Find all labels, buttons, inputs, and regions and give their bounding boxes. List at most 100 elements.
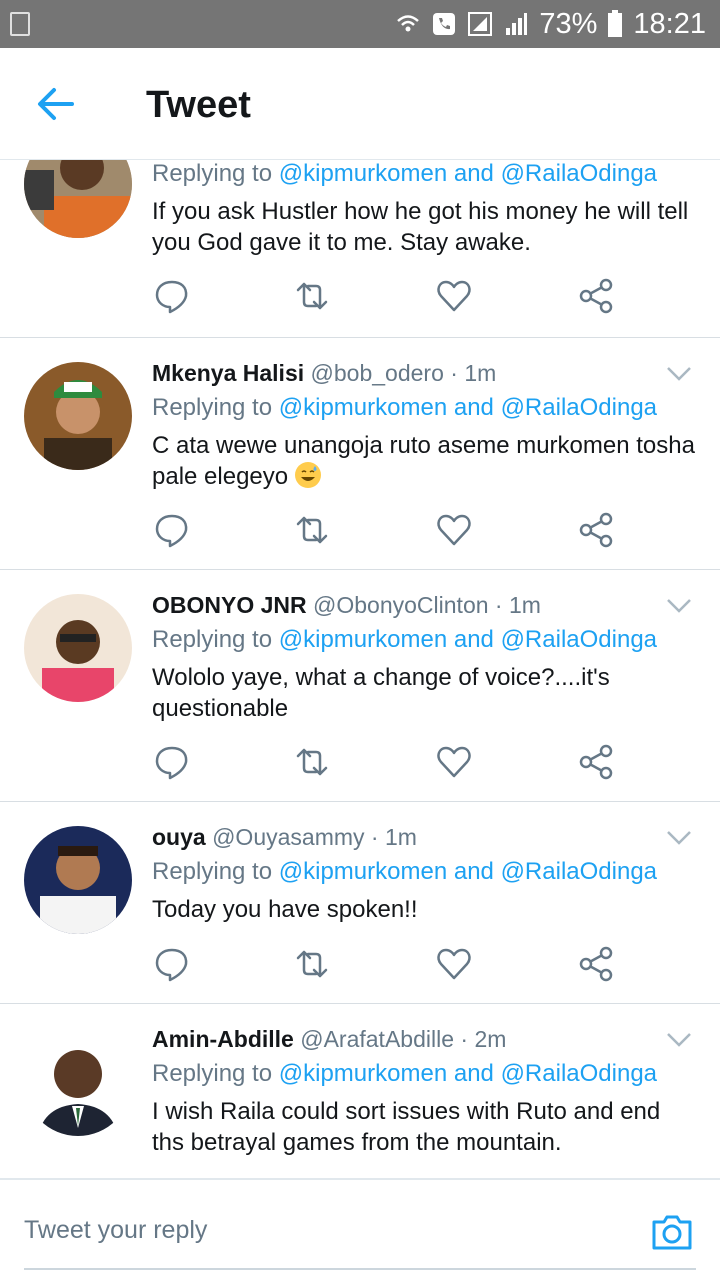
tweet-text: Today you have spoken!! [152, 894, 702, 925]
cellular-signal-icon [506, 13, 528, 35]
like-heart-icon[interactable] [434, 742, 474, 782]
reply-icon[interactable] [152, 742, 192, 782]
reply-context: Replying to @kipmurkomen and @RailaOding… [152, 160, 657, 188]
battery-percent: 73% [539, 7, 598, 40]
chevron-down-icon[interactable] [666, 366, 692, 382]
share-icon[interactable] [576, 276, 616, 316]
mention-link[interactable]: @kipmurkomen [279, 626, 447, 653]
tweet-text-line: Wololo yaye, what a change of voice?....… [152, 664, 610, 691]
display-name[interactable]: ouya [152, 824, 206, 850]
status-bar-right: 73% 18:21 [395, 0, 706, 48]
reply-and[interactable]: and [454, 626, 494, 653]
avatar[interactable] [24, 594, 132, 702]
tweet-text-line: Today you have spoken!! [152, 896, 418, 923]
tweet-item[interactable]: Mkenya Halisi @bob_odero · 1m Replying t… [0, 338, 720, 570]
mention-link[interactable]: @RailaOdinga [501, 160, 657, 187]
tweet-item[interactable]: OBONYO JNR @ObonyoClinton · 1m Replying … [0, 570, 720, 802]
app-bar: Tweet [0, 48, 720, 160]
tweet-actions [152, 276, 622, 316]
user-handle[interactable]: @ObonyoClinton [313, 592, 489, 618]
reply-icon[interactable] [152, 510, 192, 550]
status-bar: 73% 18:21 [0, 0, 720, 48]
tweet-item[interactable]: Amin-Abdille @ArafatAbdille · 2m Replyin… [0, 1004, 720, 1178]
reply-and[interactable]: and [454, 160, 494, 187]
user-handle[interactable]: @Ouyasammy [212, 824, 364, 850]
reply-prefix: Replying to [152, 394, 273, 421]
tweet-header: Amin-Abdille @ArafatAbdille · 2m [152, 1026, 506, 1053]
avatar[interactable] [24, 826, 132, 934]
mention-link[interactable]: @kipmurkomen [279, 160, 447, 187]
reply-and[interactable]: and [454, 858, 494, 885]
tweet-text-fragment: pale elegeyo [152, 463, 289, 490]
tweet-text: Wololo yaye, what a change of voice?....… [152, 662, 702, 724]
tweet-item[interactable]: ouya @Ouyasammy · 1m Replying to @kipmur… [0, 802, 720, 1004]
phone-icon [433, 13, 456, 35]
tweet-timestamp: · 1m [494, 592, 541, 618]
reply-prefix: Replying to [152, 160, 273, 187]
like-heart-icon[interactable] [434, 276, 474, 316]
tweet-text: If you ask Hustler how he got his money … [152, 196, 702, 258]
share-icon[interactable] [576, 742, 616, 782]
mention-link[interactable]: @RailaOdinga [501, 858, 657, 885]
recycle-notification-icon [10, 12, 30, 36]
reply-composer[interactable]: Tweet your reply [0, 1178, 720, 1280]
chevron-down-icon[interactable] [666, 830, 692, 846]
avatar[interactable] [24, 1028, 132, 1136]
tweet-timestamp: · 1m [370, 824, 417, 850]
reply-icon[interactable] [152, 944, 192, 984]
avatar[interactable] [24, 362, 132, 470]
mention-link[interactable]: @RailaOdinga [501, 626, 657, 653]
tweet-text-line: you God gave it to me. Stay awake. [152, 229, 531, 256]
user-handle[interactable]: @ArafatAbdille [300, 1026, 454, 1052]
retweet-icon[interactable] [292, 276, 332, 316]
wifi-calling-icon [397, 15, 420, 32]
reply-context: Replying to @kipmurkomen and @RailaOding… [152, 394, 657, 422]
mention-link[interactable]: @kipmurkomen [279, 394, 447, 421]
chevron-down-icon[interactable] [666, 598, 692, 614]
tweet-text-line: ths betrayal games from the mountain. [152, 1129, 562, 1156]
replies-feed[interactable]: Replying to @kipmurkomen and @RailaOding… [0, 160, 720, 1178]
reply-and[interactable]: and [454, 394, 494, 421]
camera-icon[interactable] [650, 1210, 694, 1254]
tweet-text-line: pale elegeyo [152, 461, 702, 492]
chevron-down-icon[interactable] [666, 1032, 692, 1048]
share-icon[interactable] [576, 510, 616, 550]
tweet-actions [152, 944, 622, 984]
back-arrow-icon[interactable] [34, 84, 78, 124]
reply-and[interactable]: and [454, 1060, 494, 1087]
tweet-text: I wish Raila could sort issues with Ruto… [152, 1096, 702, 1158]
display-name[interactable]: Mkenya Halisi [152, 360, 304, 386]
share-icon[interactable] [576, 944, 616, 984]
mention-link[interactable]: @kipmurkomen [279, 1060, 447, 1087]
retweet-icon[interactable] [292, 944, 332, 984]
reply-icon[interactable] [152, 276, 192, 316]
reply-context: Replying to @kipmurkomen and @RailaOding… [152, 1060, 657, 1088]
retweet-icon[interactable] [292, 510, 332, 550]
like-heart-icon[interactable] [434, 510, 474, 550]
avatar[interactable] [24, 160, 132, 238]
tweet-actions [152, 510, 622, 550]
tweet-header: Mkenya Halisi @bob_odero · 1m [152, 360, 496, 387]
tweet-actions [152, 742, 622, 782]
tweet-header: ouya @Ouyasammy · 1m [152, 824, 417, 851]
reply-input[interactable]: Tweet your reply [24, 1216, 207, 1245]
reply-prefix: Replying to [152, 858, 273, 885]
reply-prefix: Replying to [152, 1060, 273, 1087]
tweet-header: OBONYO JNR @ObonyoClinton · 1m [152, 592, 541, 619]
mention-link[interactable]: @RailaOdinga [501, 1060, 657, 1087]
clock: 18:21 [633, 7, 706, 40]
mention-link[interactable]: @kipmurkomen [279, 858, 447, 885]
user-handle[interactable]: @bob_odero [311, 360, 444, 386]
tweet-item[interactable]: Replying to @kipmurkomen and @RailaOding… [0, 160, 720, 338]
reply-context: Replying to @kipmurkomen and @RailaOding… [152, 626, 657, 654]
display-name[interactable]: OBONYO JNR [152, 592, 307, 618]
mention-link[interactable]: @RailaOdinga [501, 394, 657, 421]
tweet-timestamp: · 2m [460, 1026, 507, 1052]
reply-context: Replying to @kipmurkomen and @RailaOding… [152, 858, 657, 886]
retweet-icon[interactable] [292, 742, 332, 782]
battery-icon [608, 10, 623, 37]
grinning-face-with-sweat-icon [294, 462, 321, 488]
display-name[interactable]: Amin-Abdille [152, 1026, 294, 1052]
tweet-text-line: questionable [152, 695, 289, 722]
like-heart-icon[interactable] [434, 944, 474, 984]
